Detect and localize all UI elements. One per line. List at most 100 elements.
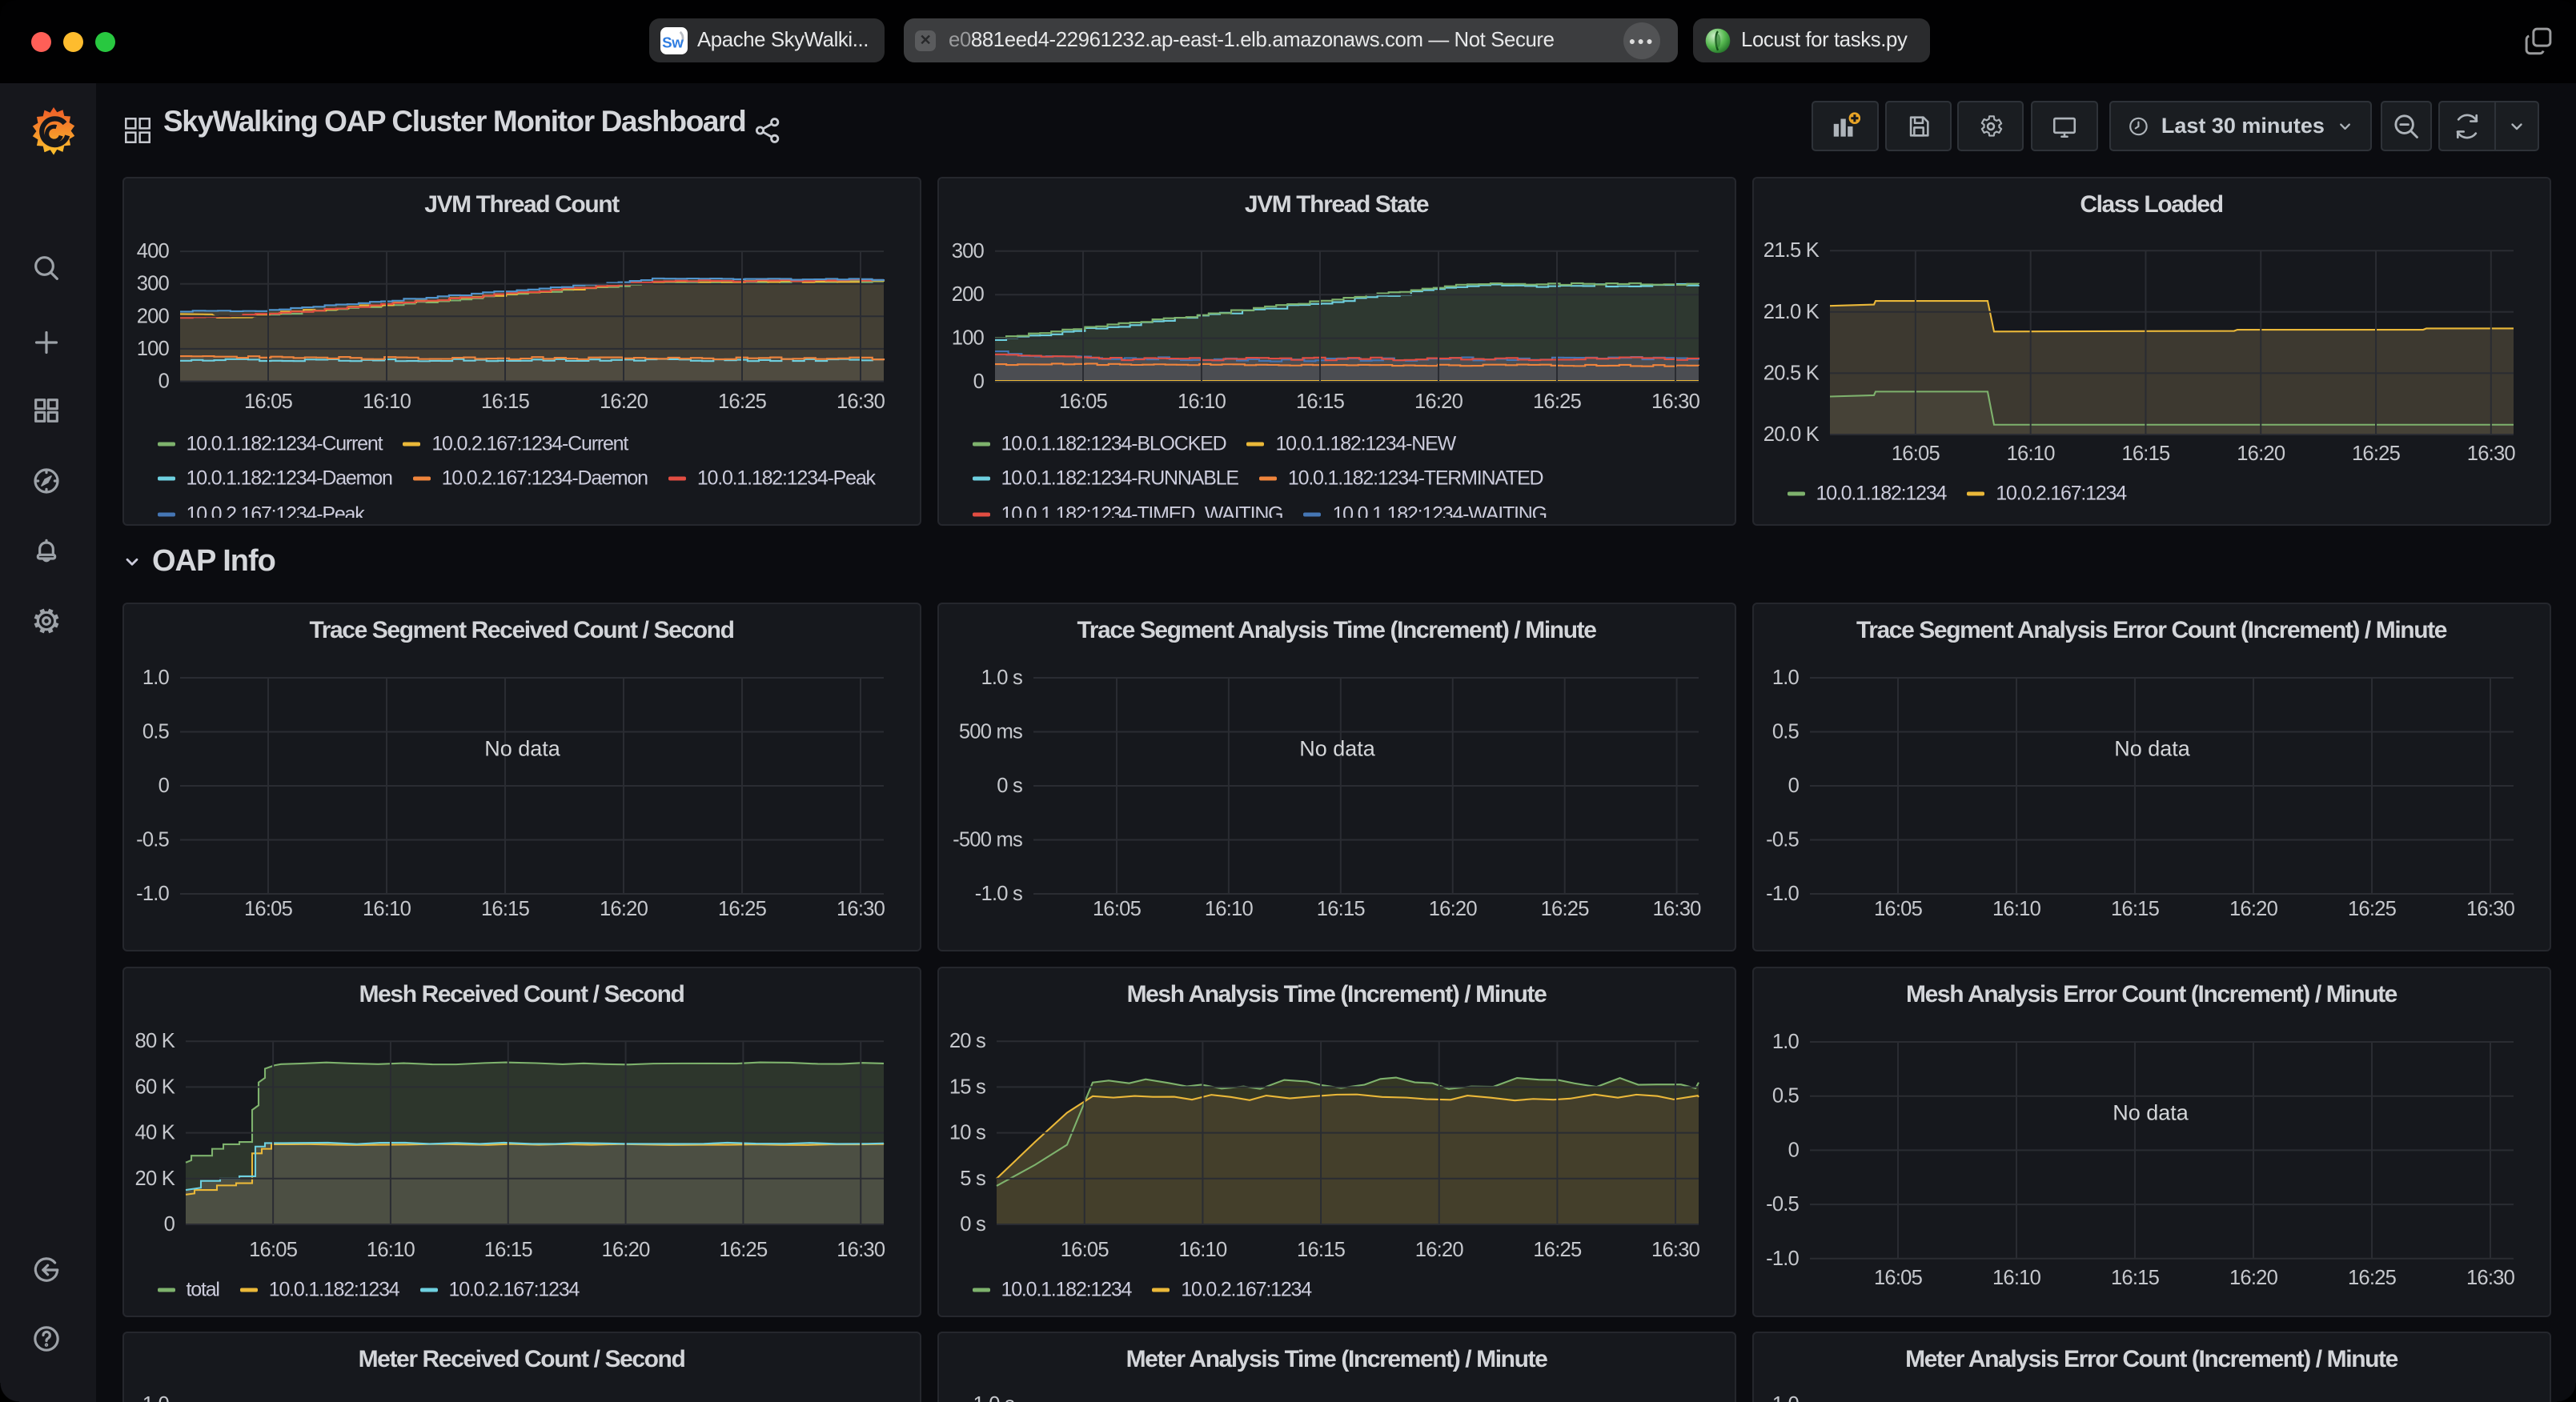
svg-text:16:25: 16:25 (1540, 898, 1589, 920)
svg-text:16:30: 16:30 (836, 898, 885, 920)
svg-text:16:05: 16:05 (1092, 898, 1141, 920)
svg-text:400: 400 (136, 240, 169, 262)
svg-text:16:30: 16:30 (836, 391, 885, 413)
svg-text:200: 200 (951, 283, 984, 306)
svg-text:16:05: 16:05 (249, 1239, 298, 1261)
svg-text:16:25: 16:25 (719, 1239, 768, 1261)
svg-text:0: 0 (1788, 775, 1799, 797)
svg-text:16:05: 16:05 (1873, 898, 1922, 920)
svg-text:-0.5: -0.5 (1766, 829, 1799, 851)
svg-text:16:30: 16:30 (837, 1239, 885, 1261)
svg-text:16:05: 16:05 (243, 391, 292, 413)
svg-text:20.5 K: 20.5 K (1763, 362, 1819, 384)
svg-text:16:15: 16:15 (480, 898, 529, 920)
svg-text:0: 0 (158, 775, 169, 797)
svg-text:16:10: 16:10 (1204, 898, 1253, 920)
svg-text:0.5: 0.5 (1772, 721, 1799, 743)
svg-text:16:25: 16:25 (2352, 443, 2401, 465)
svg-text:16:25: 16:25 (1532, 391, 1581, 413)
svg-text:16:15: 16:15 (480, 391, 529, 413)
svg-text:100: 100 (951, 327, 984, 350)
svg-text:100: 100 (136, 338, 169, 360)
svg-text:0.5: 0.5 (142, 721, 169, 743)
svg-text:16:20: 16:20 (599, 391, 648, 413)
svg-text:0: 0 (973, 371, 984, 393)
svg-text:20 K: 20 K (134, 1168, 175, 1190)
svg-text:16:15: 16:15 (484, 1239, 532, 1261)
svg-text:80 K: 80 K (134, 1030, 175, 1052)
svg-text:1.0: 1.0 (1772, 1031, 1799, 1053)
svg-text:16:20: 16:20 (601, 1239, 650, 1261)
svg-text:1.0 s: 1.0 s (973, 1393, 1014, 1402)
svg-text:1.0: 1.0 (1772, 1393, 1799, 1402)
svg-text:16:30: 16:30 (2466, 443, 2515, 465)
svg-text:16:10: 16:10 (362, 391, 411, 413)
svg-text:-0.5: -0.5 (136, 829, 169, 851)
svg-text:16:10: 16:10 (1992, 898, 2040, 920)
svg-text:21.5 K: 21.5 K (1763, 239, 1819, 262)
svg-text:0 s: 0 s (960, 1213, 985, 1236)
svg-text:16:20: 16:20 (1414, 1239, 1463, 1261)
svg-text:Sw: Sw (662, 34, 684, 50)
svg-text:16:30: 16:30 (2466, 1267, 2514, 1289)
svg-text:1.0 s: 1.0 s (981, 667, 1022, 689)
svg-text:0.5: 0.5 (1772, 1085, 1799, 1108)
svg-text:16:05: 16:05 (1891, 443, 1940, 465)
svg-text:1.0: 1.0 (142, 1393, 169, 1402)
svg-text:16:05: 16:05 (1058, 391, 1107, 413)
svg-text:20 s: 20 s (949, 1030, 985, 1052)
svg-text:20.0 K: 20.0 K (1763, 423, 1819, 446)
svg-text:16:25: 16:25 (2347, 898, 2396, 920)
svg-text:16:05: 16:05 (243, 898, 292, 920)
svg-text:16:20: 16:20 (2229, 1267, 2277, 1289)
svg-text:1.0: 1.0 (142, 667, 169, 689)
svg-text:16:10: 16:10 (2006, 443, 2055, 465)
svg-text:16:25: 16:25 (1533, 1239, 1582, 1261)
svg-text:16:05: 16:05 (1873, 1267, 1922, 1289)
svg-text:300: 300 (136, 273, 169, 295)
svg-text:0: 0 (1788, 1139, 1799, 1161)
svg-text:-1.0: -1.0 (1766, 1248, 1799, 1270)
svg-text:16:30: 16:30 (1652, 898, 1701, 920)
svg-text:16:10: 16:10 (1178, 1239, 1227, 1261)
svg-text:5 s: 5 s (960, 1168, 985, 1190)
svg-text:200: 200 (136, 305, 169, 327)
svg-text:40 K: 40 K (134, 1122, 175, 1144)
svg-text:16:15: 16:15 (2110, 1267, 2159, 1289)
svg-text:60 K: 60 K (134, 1076, 175, 1098)
svg-text:21.0 K: 21.0 K (1763, 301, 1819, 323)
svg-text:16:05: 16:05 (1060, 1239, 1109, 1261)
svg-text:16:20: 16:20 (599, 898, 648, 920)
svg-text:16:25: 16:25 (717, 391, 766, 413)
svg-text:16:10: 16:10 (1177, 391, 1226, 413)
svg-text:0: 0 (163, 1213, 175, 1236)
svg-text:15 s: 15 s (949, 1076, 985, 1098)
svg-text:-1.0: -1.0 (1766, 883, 1799, 905)
svg-text:16:30: 16:30 (1651, 1239, 1700, 1261)
svg-text:16:30: 16:30 (1651, 391, 1699, 413)
svg-text:16:30: 16:30 (2466, 898, 2514, 920)
svg-text:-1.0 s: -1.0 s (974, 883, 1021, 905)
svg-text:0 s: 0 s (997, 775, 1022, 797)
svg-text:16:10: 16:10 (1992, 1267, 2040, 1289)
svg-text:16:25: 16:25 (2347, 1267, 2396, 1289)
svg-text:-500 ms: -500 ms (953, 829, 1022, 851)
svg-text:1.0: 1.0 (1772, 667, 1799, 689)
svg-text:16:15: 16:15 (2121, 443, 2170, 465)
svg-text:16:15: 16:15 (1316, 898, 1365, 920)
svg-text:16:20: 16:20 (1414, 391, 1463, 413)
svg-text:-0.5: -0.5 (1766, 1193, 1799, 1216)
svg-text:16:20: 16:20 (2229, 898, 2277, 920)
svg-text:16:20: 16:20 (1428, 898, 1477, 920)
svg-text:16:15: 16:15 (2110, 898, 2159, 920)
svg-text:-1.0: -1.0 (136, 883, 169, 905)
svg-text:0: 0 (158, 371, 169, 393)
svg-text:16:20: 16:20 (2237, 443, 2285, 465)
svg-text:16:25: 16:25 (717, 898, 766, 920)
svg-text:10 s: 10 s (949, 1122, 985, 1144)
svg-text:16:15: 16:15 (1295, 391, 1344, 413)
svg-text:500 ms: 500 ms (958, 721, 1021, 743)
svg-text:16:15: 16:15 (1297, 1239, 1346, 1261)
svg-text:16:10: 16:10 (366, 1239, 415, 1261)
svg-text:300: 300 (951, 240, 984, 262)
